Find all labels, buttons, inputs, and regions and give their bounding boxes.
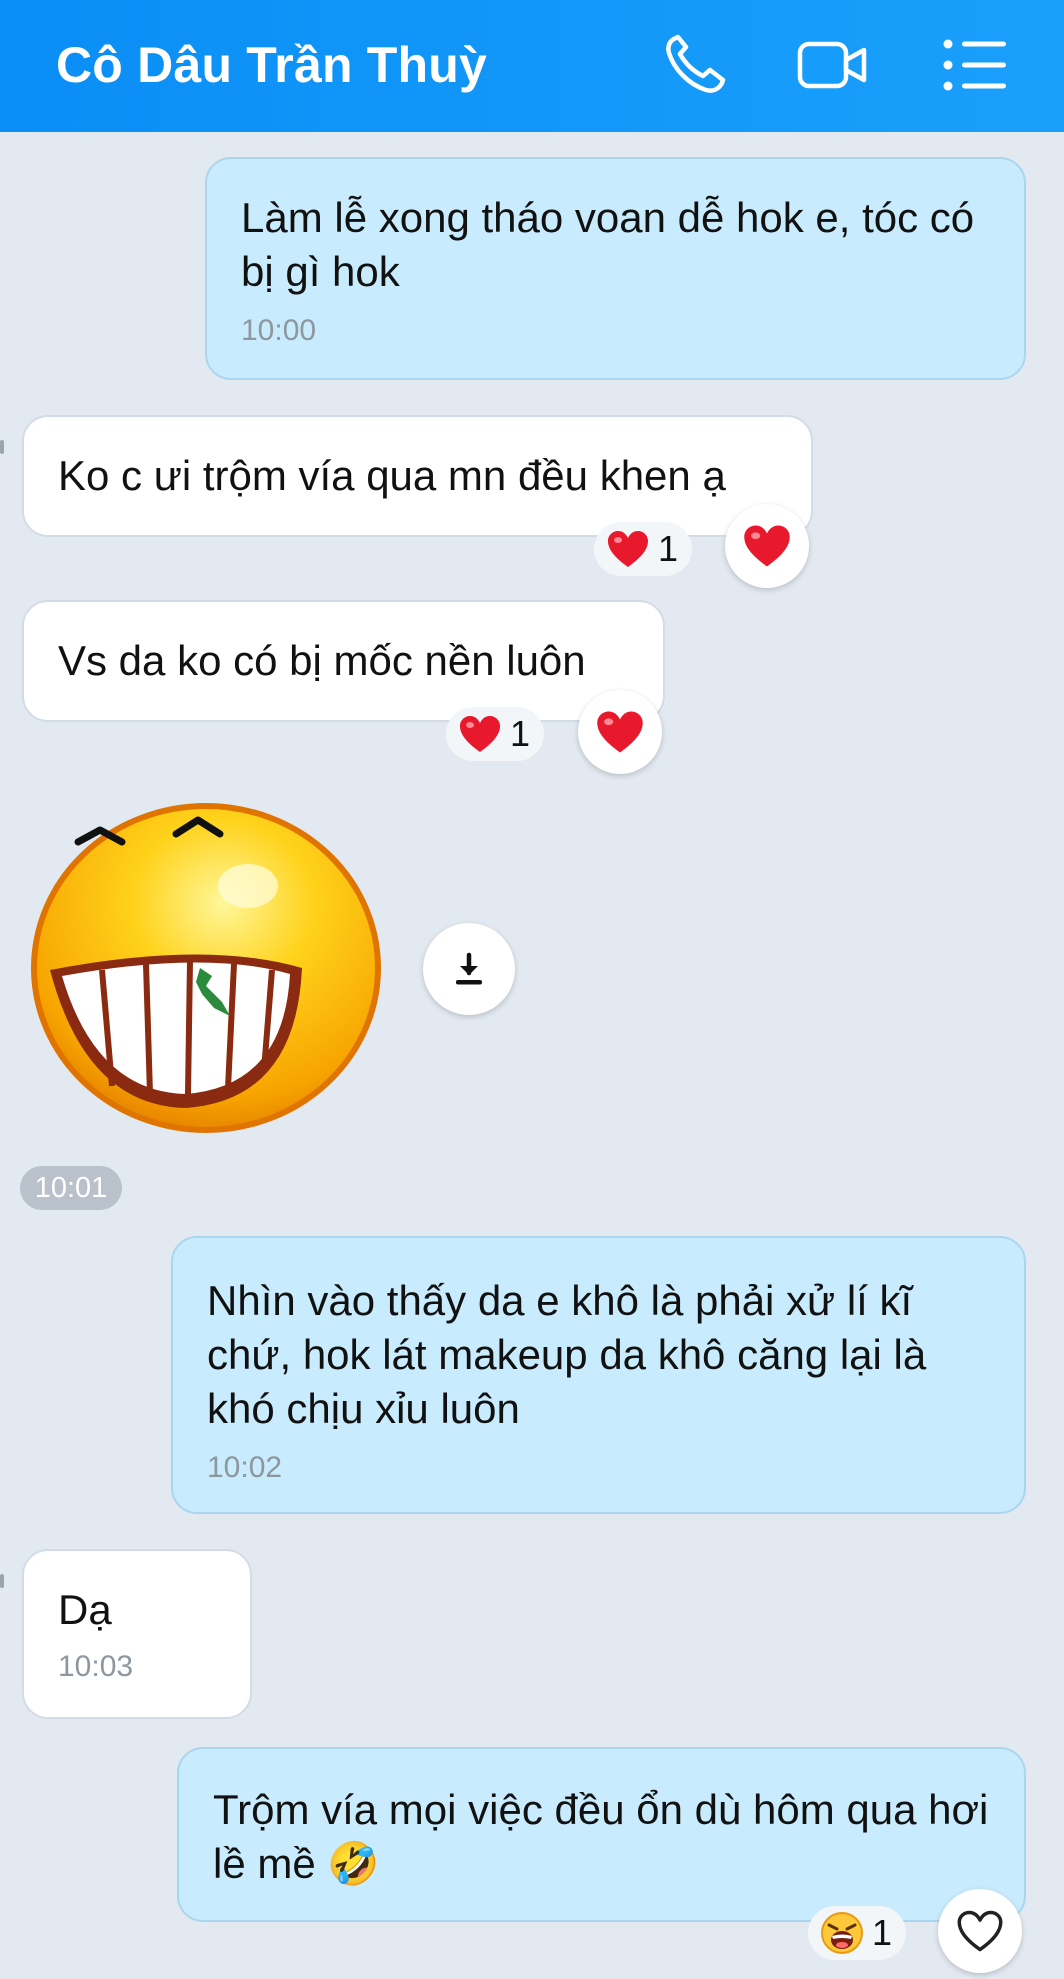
react-heart-button[interactable] [725,504,809,588]
message-text: Ko c ưi trộm vía qua mn đều khen ạ [58,452,726,499]
heart-icon [597,711,643,753]
menu-list-icon[interactable] [940,32,1012,98]
sticker-time: 10:01 [20,1166,122,1210]
message-time: 10:02 [207,1451,283,1484]
message-text: Dạ [58,1586,112,1633]
reaction-summary[interactable]: 1 [446,707,545,761]
message-time: 10:00 [241,314,317,347]
message-text: Trộm vía mọi việc đều ổn dù hôm qua hơi … [213,1786,989,1887]
message-time: 10:03 [58,1650,134,1683]
contact-name[interactable]: Cô Dâu Trần Thuỳ [56,36,487,94]
heart-icon [608,531,648,567]
download-icon [456,952,482,985]
heart-icon [744,525,790,567]
chat-header: Cô Dâu Trần Thuỳ [0,0,1064,132]
phone-icon[interactable] [660,32,732,98]
heart-icon [460,716,500,752]
reaction-count: 1 [658,528,679,569]
react-heart-button[interactable] [578,690,662,774]
laughing-face-icon [821,1912,863,1954]
message-bubble-incoming[interactable]: Vs da ko có bị mốc nền luôn [22,600,665,722]
reaction-summary[interactable]: 1 [808,1906,907,1960]
reaction-summary[interactable]: 1 [594,522,693,576]
heart-outline-icon [957,1910,1003,1952]
video-camera-icon[interactable] [796,32,868,98]
message-bubble-outgoing[interactable]: Làm lễ xong tháo voan dễ hok e, tóc có b… [205,157,1026,380]
reaction-count: 1 [872,1912,893,1953]
react-heart-button[interactable] [938,1889,1022,1973]
download-button[interactable] [423,923,515,1015]
reaction-count: 1 [510,713,531,754]
message-text: Vs da ko có bị mốc nền luôn [58,637,586,684]
message-bubble-outgoing[interactable]: Trộm vía mọi việc đều ổn dù hôm qua hơi … [177,1747,1026,1922]
message-bubble-incoming[interactable]: Dạ 10:03 [22,1549,252,1719]
message-text: Làm lễ xong tháo voan dễ hok e, tóc có b… [241,194,975,295]
sticker-grinning-emoticon[interactable] [26,790,382,1136]
grinning-face-icon [31,803,381,1133]
message-text: Nhìn vào thấy da e khô là phải xử lí kĩ … [207,1277,927,1432]
message-bubble-outgoing[interactable]: Nhìn vào thấy da e khô là phải xử lí kĩ … [171,1236,1026,1514]
avatar-edge [0,1574,4,1588]
avatar-edge [0,440,4,454]
message-bubble-incoming[interactable]: Ko c ưi trộm vía qua mn đều khen ạ [22,415,813,537]
